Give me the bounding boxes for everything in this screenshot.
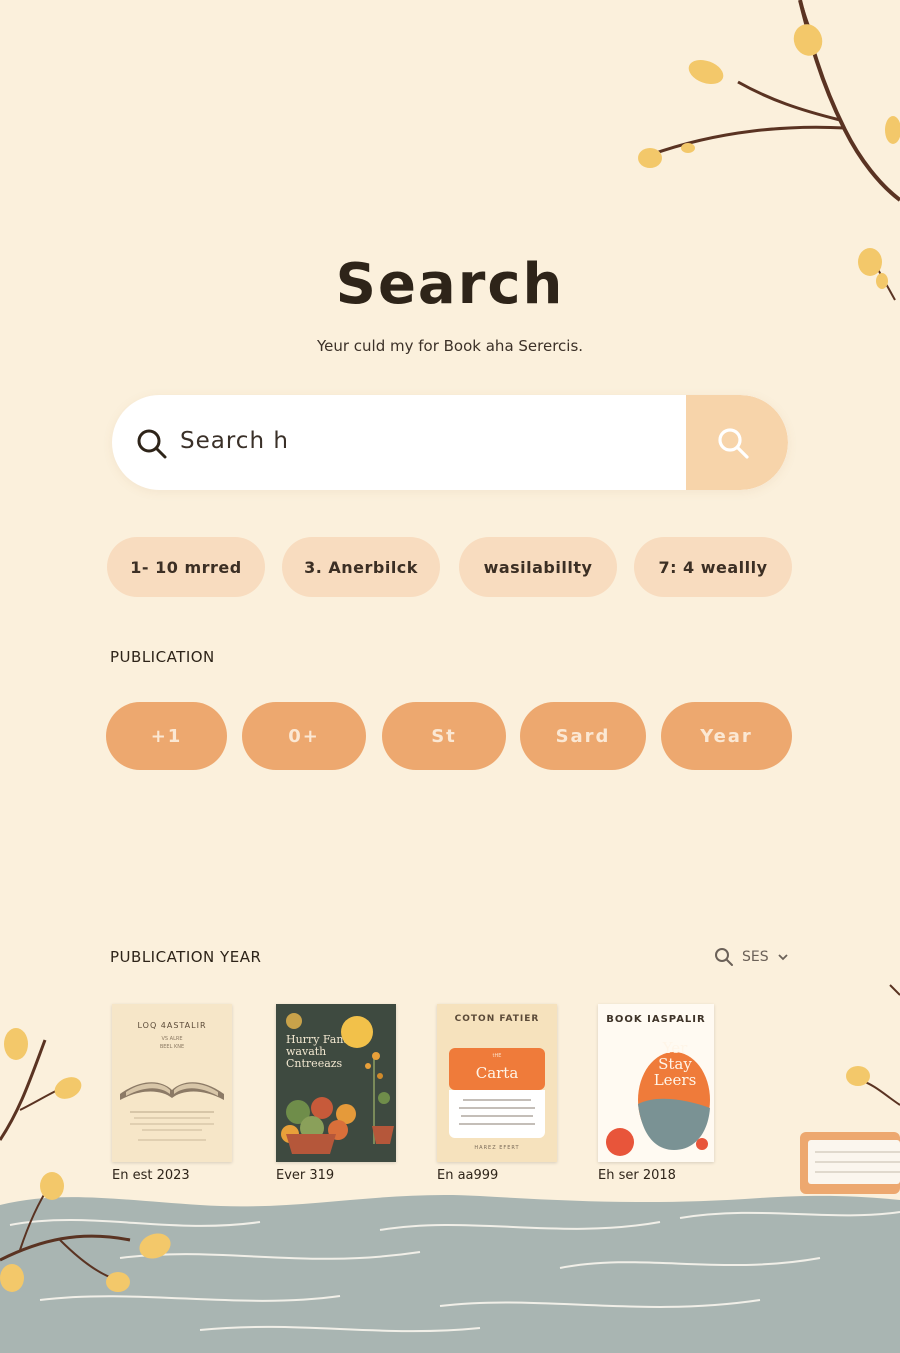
book-card[interactable]: COTON FATIER tHE Carta HAREZ EFERT En aa… [437, 1004, 557, 1183]
publication-year-label: PUBLICATION YEAR [110, 948, 262, 966]
book-cover-subtitle: VS ALRE [161, 1036, 183, 1042]
book-cover-title: LOQ 4ASTALIR [137, 1021, 207, 1030]
publication-pill[interactable]: Sard [520, 702, 646, 770]
search-icon [715, 948, 733, 966]
book-cover-footer: HAREZ EFERT [474, 1145, 520, 1151]
publication-label: PUBLICATION [110, 648, 215, 666]
book-cover-subtitle: BEEL KNE [159, 1044, 185, 1050]
search-bar [112, 395, 788, 490]
book-caption: En est 2023 [112, 1168, 190, 1183]
page-subtitle: Yeur culd my for Book aha Serercis. [316, 337, 584, 355]
book-caption: En aa999 [437, 1168, 499, 1183]
filter-chip[interactable]: wasilabillty [459, 537, 617, 597]
book-caption: Eh ser 2018 [598, 1168, 676, 1183]
sort-label: SES [742, 949, 769, 965]
publication-pill[interactable]: +1 [106, 702, 227, 770]
book-card[interactable]: LOQ 4ASTALIR VS ALRE BEEL KNE En est 202… [112, 1004, 232, 1183]
filter-chip[interactable]: 7: 4 weallly [634, 537, 792, 597]
publication-pill[interactable]: Year [661, 702, 792, 770]
open-book-illustration [120, 1082, 224, 1141]
book-cover-badge: tHE Carta [449, 1048, 545, 1090]
water-wave-illustration [0, 1194, 900, 1353]
book-cover: LOQ 4ASTALIR VS ALRE BEEL KNE [112, 1004, 232, 1162]
book-cover: BOOK IASPALIR Yer Stay Leers [598, 1004, 714, 1162]
book-card[interactable]: BOOK IASPALIR Yer Stay Leers Eh ser 2018 [598, 1004, 714, 1183]
publication-pill[interactable]: 0+ [242, 702, 366, 770]
filter-chip[interactable]: 3. Anerbilck [282, 537, 440, 597]
book-cover: COTON FATIER tHE Carta HAREZ EFERT [437, 1004, 557, 1162]
book-card[interactable]: Hurry Fanat wavath Cntreeazs Ever 319 [276, 1004, 396, 1183]
book-cover-badge: Yer Stay Leers [653, 1039, 697, 1089]
book-stack-illustration [800, 984, 900, 1194]
page-title: Search [335, 252, 565, 317]
book-cover: Hurry Fanat wavath Cntreeazs [276, 1004, 396, 1162]
book-cover-text-block [449, 1090, 545, 1138]
book-caption: Ever 319 [276, 1168, 335, 1183]
filter-chip[interactable]: 1- 10 mrred [107, 537, 265, 597]
chevron-down-icon [777, 954, 788, 961]
search-icon [718, 428, 749, 459]
publication-pill[interactable]: St [382, 702, 506, 770]
search-input[interactable] [180, 417, 660, 465]
sort-dropdown[interactable]: SES [714, 944, 794, 970]
flower-illustration [281, 1013, 394, 1154]
book-cover-title: COTON FATIER [454, 1014, 540, 1024]
search-icon [137, 429, 167, 459]
search-submit-button[interactable] [686, 395, 788, 490]
